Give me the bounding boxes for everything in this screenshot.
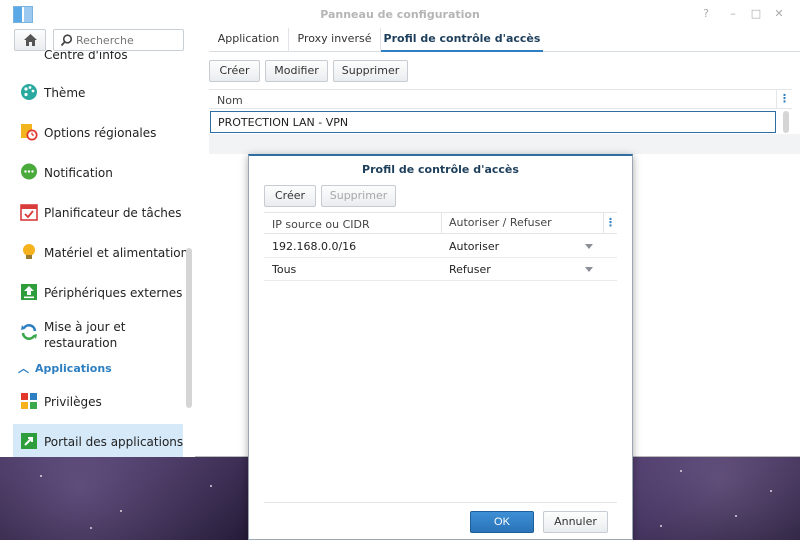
row-source-ip: Tous	[272, 263, 297, 276]
grid-scrollbar[interactable]	[783, 111, 789, 133]
tab-bar: Application Proxy inversé Profil de cont…	[209, 28, 800, 52]
sidebar-item-external-devices[interactable]: Périphériques externes	[13, 275, 183, 311]
home-icon	[24, 34, 37, 46]
grid-empty-area	[209, 134, 800, 154]
row-action[interactable]: Autoriser	[449, 240, 499, 253]
column-header-name[interactable]: Nom	[217, 94, 243, 107]
table-row[interactable]: Tous Refuser	[264, 258, 617, 281]
sidebar-item-label: Privilèges	[44, 395, 102, 409]
section-header-applications[interactable]: ︿ Applications	[18, 360, 112, 376]
dialog-create-button[interactable]: Créer	[264, 185, 316, 207]
portal-arrow-icon	[21, 433, 37, 449]
sidebar-item-label: Portail des applications	[44, 435, 184, 449]
home-button[interactable]	[14, 29, 46, 51]
chat-bubble-icon	[21, 163, 37, 180]
column-header-source-ip[interactable]: IP source ou CIDR	[272, 218, 370, 231]
sidebar-item-label: Options régionales	[44, 126, 157, 140]
tab-application[interactable]: Application	[209, 28, 289, 52]
minimize-icon[interactable]: –	[727, 8, 739, 20]
grid-header: Nom ⋮	[209, 89, 792, 109]
dialog-footer-divider	[264, 502, 617, 503]
dialog-delete-button[interactable]: Supprimer	[321, 185, 396, 207]
table-row[interactable]: PROTECTION LAN - VPN	[210, 111, 776, 133]
tab-reverse-proxy[interactable]: Proxy inversé	[289, 28, 381, 52]
cancel-button[interactable]: Annuler	[543, 511, 608, 533]
maximize-icon[interactable]: □	[750, 8, 762, 20]
sidebar-item-label: Matériel et alimentation	[44, 246, 189, 260]
sidebar-item-application-portal[interactable]: Portail des applications	[13, 424, 183, 457]
row-action[interactable]: Refuser	[449, 263, 491, 276]
modify-button[interactable]: Modifier	[265, 60, 328, 82]
chevron-up-icon: ︿	[18, 362, 29, 375]
search-icon	[60, 34, 73, 47]
sidebar-item-regional-options[interactable]: Options régionales	[13, 115, 183, 151]
column-header-allow-deny[interactable]: Autoriser / Refuser	[441, 213, 604, 233]
regional-clock-icon	[21, 124, 38, 141]
dialog-grid-header: IP source ou CIDR Autoriser / Refuser ⋮	[264, 212, 617, 234]
dropdown-arrow-icon[interactable]	[585, 267, 593, 272]
search-input[interactable]	[76, 32, 180, 48]
lightbulb-icon	[23, 244, 35, 259]
sidebar-scrollbar[interactable]	[186, 248, 192, 408]
sidebar: Centre d'infos Thème Options régionales …	[0, 28, 195, 457]
create-button[interactable]: Créer	[209, 60, 260, 82]
sidebar-item-label: Mise à jour et restauration	[44, 320, 126, 350]
column-menu-icon[interactable]: ⋮	[603, 213, 617, 233]
sidebar-item-label: Thème	[44, 86, 86, 100]
refresh-icon	[21, 324, 37, 340]
sidebar-item-notification[interactable]: Notification	[13, 155, 183, 191]
sidebar-item-update-restore[interactable]: Mise à jour et restauration	[13, 317, 183, 353]
sidebar-item-theme[interactable]: Thème	[13, 75, 183, 111]
tab-access-control-profile[interactable]: Profil de contrôle d'accès	[381, 28, 543, 52]
palette-icon	[21, 84, 37, 100]
row-source-ip: 192.168.0.0/16	[272, 240, 357, 253]
sidebar-item-label: Notification	[44, 166, 113, 180]
sidebar-item-label: Planificateur de tâches	[44, 206, 182, 220]
window-title: Panneau de configuration	[320, 8, 480, 21]
sidebar-item-label: Périphériques externes	[44, 286, 183, 300]
sidebar-item-hardware-power[interactable]: Matériel et alimentation	[13, 235, 188, 271]
sidebar-item-privileges[interactable]: Privilèges	[13, 384, 183, 420]
column-menu-icon[interactable]: ⋮	[776, 90, 792, 108]
grid-apps-icon	[21, 393, 37, 409]
access-control-profile-dialog: Profil de contrôle d'accès Créer Supprim…	[248, 154, 633, 540]
table-row[interactable]: 192.168.0.0/16 Autoriser	[264, 235, 617, 258]
delete-button[interactable]: Supprimer	[333, 60, 408, 82]
help-icon[interactable]: ?	[700, 8, 712, 20]
row-name: PROTECTION LAN - VPN	[218, 116, 349, 129]
calendar-check-icon	[20, 204, 38, 221]
ok-button[interactable]: OK	[470, 511, 534, 533]
title-bar: Panneau de configuration ? – □ ✕	[0, 0, 800, 28]
dropdown-arrow-icon[interactable]	[585, 244, 593, 249]
close-icon[interactable]: ✕	[773, 8, 785, 20]
search-field[interactable]	[53, 29, 184, 51]
sidebar-item-task-scheduler[interactable]: Planificateur de tâches	[13, 195, 183, 231]
upload-arrow-icon	[21, 284, 37, 300]
dialog-title: Profil de contrôle d'accès	[362, 163, 519, 176]
